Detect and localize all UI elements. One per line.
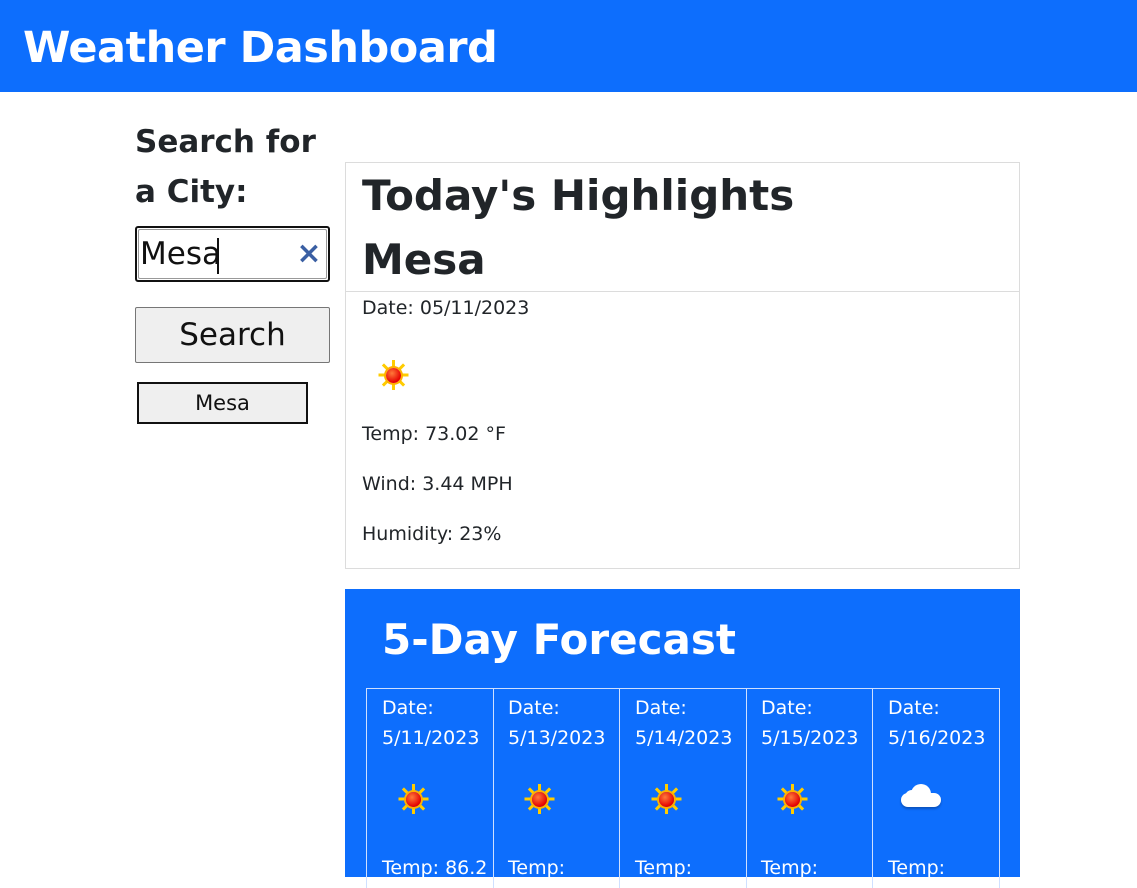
app-header: Weather Dashboard: [0, 0, 1137, 92]
text-caret: [217, 238, 219, 274]
forecast-date: 5/13/2023: [508, 727, 606, 749]
clear-icon[interactable]: ×: [295, 239, 323, 269]
forecast-temp: Temp:: [761, 857, 819, 879]
sun-icon: [524, 784, 555, 814]
city-name: Mesa: [362, 235, 486, 284]
forecast-date: 5/16/2023: [888, 727, 986, 749]
forecast-date-label: Date:: [508, 697, 560, 719]
forecast-title: 5-Day Forecast: [382, 615, 736, 664]
today-temp: Temp: 73.02 °F: [362, 423, 506, 445]
todays-highlights-title: Today's Highlights: [362, 171, 795, 220]
forecast-temp: Temp:: [635, 857, 693, 879]
forecast-date: 5/11/2023: [382, 727, 480, 749]
forecast-card: Date: 5/15/2023 Temp:: [746, 688, 873, 888]
forecast-card: Date: 5/14/2023 Temp:: [620, 688, 747, 888]
forecast-date-label: Date:: [888, 697, 940, 719]
search-label: Search for a City:: [135, 124, 316, 210]
sun-icon: [651, 784, 682, 814]
forecast-card: Date: 5/11/2023 Temp: 86.2: [367, 688, 494, 888]
forecast-temp: Temp: 86.2: [382, 857, 488, 879]
search-field[interactable]: ×: [135, 226, 330, 282]
forecast-panel: 5-Day Forecast Date: 5/11/2023 Temp: 86.…: [345, 589, 1020, 888]
today-date: Date: 05/11/2023: [362, 297, 530, 319]
search-button[interactable]: Search: [135, 307, 330, 363]
forecast-row: Date: 5/11/2023 Temp: 86.2 Date: 5/13/20…: [366, 688, 1000, 888]
forecast-card: Date: 5/16/2023 Temp:: [873, 688, 1000, 888]
today-wind: Wind: 3.44 MPH: [362, 473, 513, 495]
today-card-header: Today's Highlights Mesa: [346, 163, 1019, 292]
sun-icon: [378, 360, 409, 390]
forecast-date-label: Date:: [761, 697, 813, 719]
forecast-date-label: Date:: [635, 697, 687, 719]
history-button-mesa[interactable]: Mesa: [137, 382, 308, 424]
forecast-temp: Temp:: [508, 857, 566, 879]
cloud-icon: [897, 783, 943, 809]
todays-highlights-card: Today's Highlights Mesa Date: 05/11/2023…: [345, 162, 1020, 569]
app-title: Weather Dashboard: [23, 23, 498, 73]
sun-icon: [777, 784, 808, 814]
forecast-date: 5/15/2023: [761, 727, 859, 749]
today-humidity: Humidity: 23%: [362, 523, 502, 545]
sun-icon: [398, 784, 429, 814]
forecast-date: 5/14/2023: [635, 727, 733, 749]
forecast-temp: Temp:: [888, 857, 946, 879]
forecast-date-label: Date:: [382, 697, 434, 719]
forecast-card: Date: 5/13/2023 Temp:: [493, 688, 620, 888]
